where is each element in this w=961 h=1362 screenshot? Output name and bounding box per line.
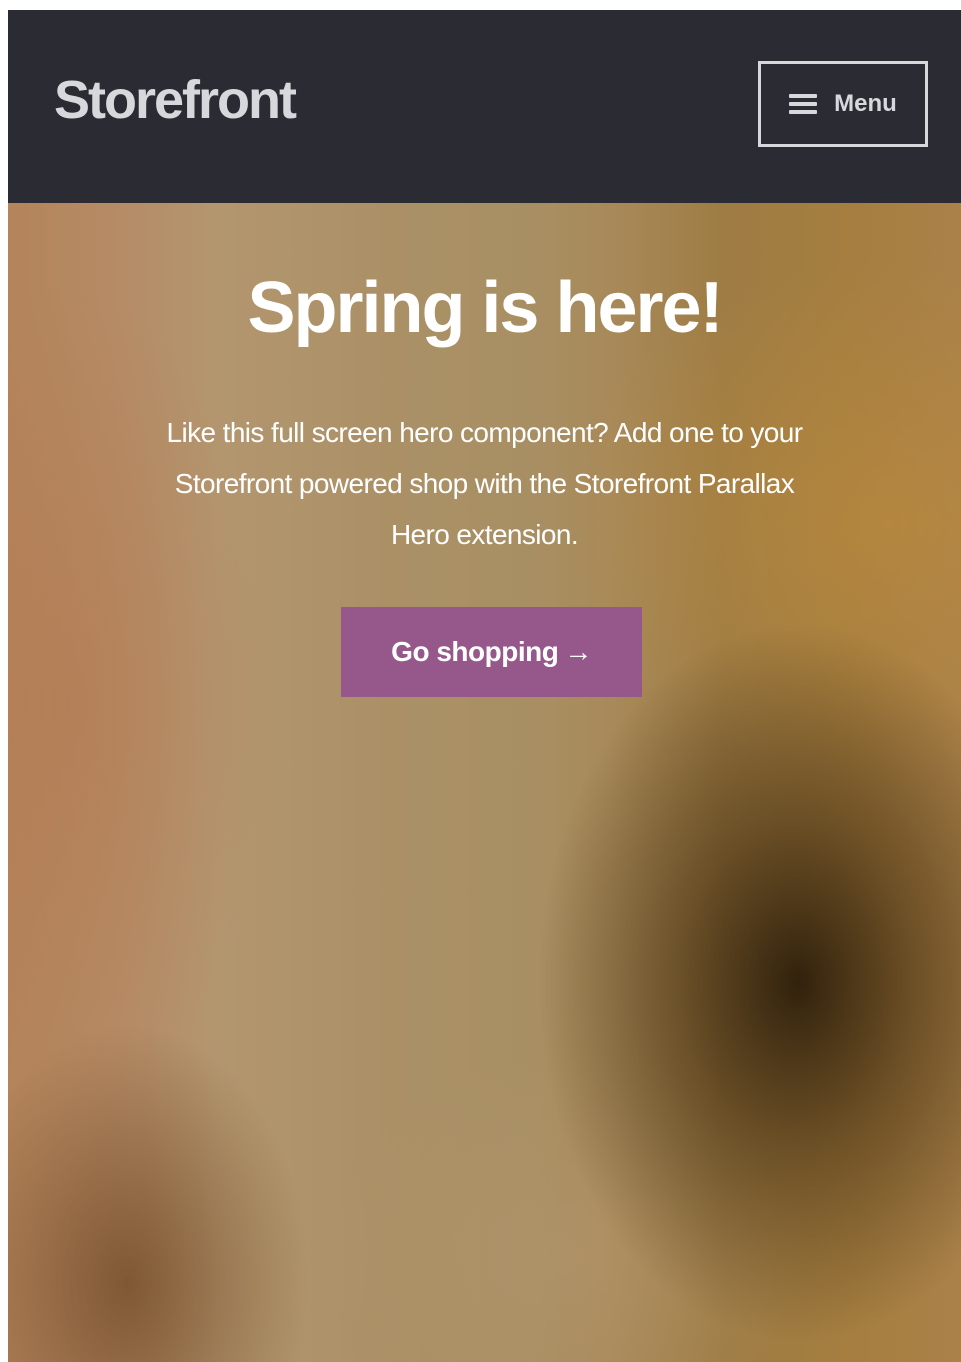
site-header: Storefront Menu xyxy=(8,10,961,203)
menu-button[interactable]: Menu xyxy=(758,61,928,147)
go-shopping-button[interactable]: Go shopping → xyxy=(341,607,642,697)
site-title[interactable]: Storefront xyxy=(54,68,297,132)
hero-title: Spring is here! xyxy=(247,268,723,348)
page-frame: Storefront Menu Spring is here! Like thi… xyxy=(8,10,961,1362)
arrow-right-icon: → xyxy=(564,636,592,667)
hamburger-icon xyxy=(789,94,818,114)
hero-description: Like this full screen hero component? Ad… xyxy=(166,417,804,550)
hero-banner: Spring is here! Like this full screen he… xyxy=(8,203,961,1362)
menu-label: Menu xyxy=(834,90,897,117)
go-shopping-label: Go shopping xyxy=(391,636,559,667)
